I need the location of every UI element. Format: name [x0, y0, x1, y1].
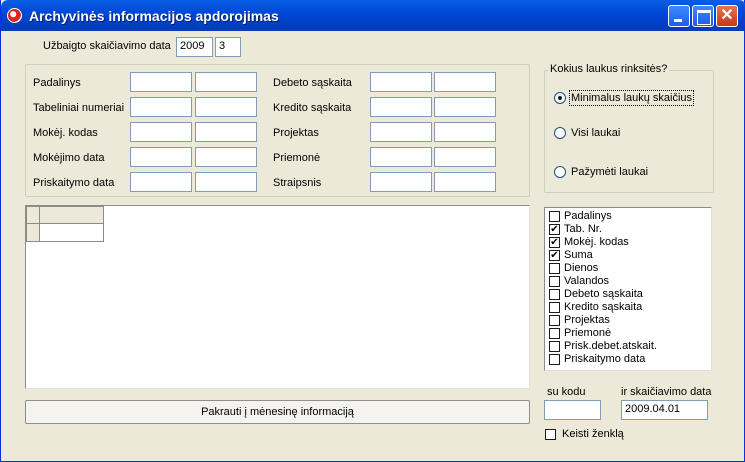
radio-selected-label[interactable]: Pažymėti laukai [571, 166, 648, 178]
filter-right-to-input[interactable] [434, 97, 496, 117]
window-title: Archyvinės informacijos apdorojimas [29, 8, 279, 24]
filter-left-from-input[interactable] [130, 122, 192, 142]
field-checkbox[interactable] [549, 315, 560, 326]
filter-right-from-input[interactable] [370, 72, 432, 92]
filter-left-to-input[interactable] [195, 72, 257, 92]
filter-left-from-input[interactable] [130, 172, 192, 192]
field-checkbox-label[interactable]: Mokėj. kodas [564, 236, 629, 248]
field-checkbox-label[interactable]: Debeto sąskaita [564, 288, 643, 300]
filter-left-label: Priskaitymo data [33, 177, 115, 189]
field-checkbox-label[interactable]: Padalinys [564, 210, 612, 222]
filter-right-label: Priemonė [273, 152, 321, 164]
field-checkbox-label[interactable]: Dienos [564, 262, 598, 274]
field-checkbox-label[interactable]: Kredito sąskaita [564, 301, 642, 313]
filter-left-from-input[interactable] [130, 72, 192, 92]
su-kodu-label: su kodu [547, 386, 586, 398]
year-input[interactable]: 2009 [176, 37, 213, 57]
main-window: Archyvinės informacijos apdorojimas ✕ Už… [0, 0, 745, 462]
filter-right-label: Kredito sąskaita [273, 102, 352, 114]
field-checkbox-label[interactable]: Priskaitymo data [564, 353, 645, 365]
radio-all-label[interactable]: Visi laukai [571, 127, 620, 139]
calc-date-label: ir skaičiavimo data [621, 386, 712, 398]
period-label: Užbaigto skaičiavimo data [43, 40, 171, 52]
change-sign-checkbox[interactable] [545, 429, 556, 440]
change-sign-label[interactable]: Keisti ženklą [562, 428, 624, 440]
close-icon: ✕ [720, 7, 734, 24]
filter-left-label: Padalinys [33, 77, 81, 89]
field-checkbox[interactable]: ✔ [549, 224, 560, 235]
filter-right-from-input[interactable] [370, 97, 432, 117]
filter-left-to-input[interactable] [195, 122, 257, 142]
field-checkbox[interactable] [549, 302, 560, 313]
data-grid[interactable] [25, 205, 530, 389]
field-checkbox[interactable]: ✔ [549, 237, 560, 248]
filter-left-to-input[interactable] [195, 97, 257, 117]
field-checkbox[interactable] [549, 328, 560, 339]
grid-data-cell[interactable] [39, 223, 104, 242]
grid-row-indicator[interactable] [26, 223, 40, 242]
title-bar[interactable]: Archyvinės informacijos apdorojimas ✕ [1, 0, 745, 31]
app-icon [7, 8, 22, 23]
field-checkbox[interactable] [549, 263, 560, 274]
radio-selected[interactable] [554, 166, 566, 178]
filter-left-label: Mokėjimo data [33, 152, 105, 164]
filter-right-label: Straipsnis [273, 177, 322, 189]
field-checkbox[interactable] [549, 341, 560, 352]
load-monthly-button[interactable]: Pakrauti į mėnesinę informaciją [25, 400, 530, 424]
filter-right-from-input[interactable] [370, 147, 432, 167]
filter-right-label: Projektas [273, 127, 319, 139]
filter-right-label: Debeto sąskaita [273, 77, 352, 89]
filter-left-label: Tabeliniai numeriai [33, 102, 125, 114]
field-checkbox-label[interactable]: Projektas [564, 314, 610, 326]
close-button[interactable]: ✕ [716, 5, 738, 27]
grid-corner-cell [26, 206, 40, 224]
field-checkbox-label[interactable]: Priemonė [564, 327, 611, 339]
field-checkbox[interactable] [549, 211, 560, 222]
field-checkbox[interactable]: ✔ [549, 250, 560, 261]
filter-left-label: Mokėj. kodas [33, 127, 98, 139]
field-checkbox[interactable] [549, 276, 560, 287]
minimize-icon [669, 6, 689, 26]
filter-right-to-input[interactable] [434, 72, 496, 92]
field-checkbox-label[interactable]: Valandos [564, 275, 609, 287]
maximize-icon [693, 6, 713, 26]
filter-right-from-input[interactable] [370, 172, 432, 192]
fields-group-title: Kokius laukus rinksitės? [548, 63, 670, 75]
filter-right-to-input[interactable] [434, 172, 496, 192]
grid-header-cell[interactable] [39, 206, 104, 224]
field-checkbox[interactable] [549, 354, 560, 365]
su-kodu-input[interactable] [544, 400, 601, 420]
minimize-button[interactable] [668, 5, 690, 27]
radio-minimal-label[interactable]: Minimalus laukų skaičius [568, 90, 695, 106]
filter-right-from-input[interactable] [370, 122, 432, 142]
field-checkbox-label[interactable]: Prisk.debet.atskait. [564, 340, 657, 352]
field-checklist[interactable]: Padalinys ✔ Tab. Nr. ✔ Mokėj. kodas ✔ Suma Dien… [544, 207, 712, 371]
field-checkbox-label[interactable]: Suma [564, 249, 593, 261]
field-checkbox-label[interactable]: Tab. Nr. [564, 223, 602, 235]
maximize-button[interactable] [692, 5, 714, 27]
month-input[interactable]: 3 [215, 37, 241, 57]
field-checkbox[interactable] [549, 289, 560, 300]
filter-right-to-input[interactable] [434, 147, 496, 167]
filter-left-from-input[interactable] [130, 147, 192, 167]
filter-left-to-input[interactable] [195, 147, 257, 167]
radio-all[interactable] [554, 127, 566, 139]
filter-left-to-input[interactable] [195, 172, 257, 192]
filter-right-to-input[interactable] [434, 122, 496, 142]
radio-minimal[interactable] [554, 92, 566, 104]
filter-left-from-input[interactable] [130, 97, 192, 117]
calc-date-input[interactable]: 2009.04.01 [621, 400, 708, 420]
